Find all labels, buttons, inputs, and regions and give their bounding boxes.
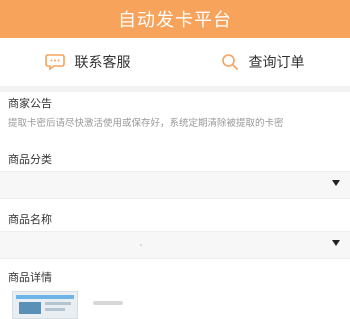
- placeholder-dot: [140, 244, 142, 246]
- main-content: 商家公告 提取卡密后请尽快激活使用或保存好，系统定期清除被提取的卡密 商品分类 …: [0, 95, 350, 319]
- dropdown-arrow-icon: [332, 180, 340, 186]
- image-block: [19, 302, 41, 314]
- product-image: [12, 291, 78, 319]
- query-order-button[interactable]: 查询订单: [175, 52, 350, 72]
- dropdown-arrow-icon: [332, 240, 340, 246]
- notice-text: 提取卡密后请尽快激活使用或保存好，系统定期清除被提取的卡密: [8, 118, 284, 129]
- product-name-label: 商品名称: [8, 213, 52, 226]
- image-line: [45, 302, 71, 305]
- category-label: 商品分类: [8, 153, 52, 166]
- blurred-text: [93, 301, 123, 305]
- contact-support-label: 联系客服: [74, 55, 131, 71]
- notice-title: 商家公告: [8, 97, 52, 110]
- product-detail-content: [8, 289, 342, 319]
- chat-bubble-icon: [44, 53, 65, 71]
- category-select[interactable]: [0, 171, 350, 199]
- query-order-label: 查询订单: [248, 55, 305, 71]
- search-icon: [221, 53, 239, 71]
- action-bar: 联系客服 查询订单: [0, 38, 350, 86]
- image-line: [45, 308, 65, 311]
- divider: [0, 86, 350, 92]
- image-bar: [16, 295, 74, 299]
- page-title: 自动发卡平台: [118, 10, 232, 31]
- product-name-select[interactable]: [0, 231, 350, 259]
- product-detail-label: 商品详情: [8, 271, 52, 284]
- contact-support-button[interactable]: 联系客服: [0, 52, 175, 72]
- app-header: 自动发卡平台: [0, 0, 350, 38]
